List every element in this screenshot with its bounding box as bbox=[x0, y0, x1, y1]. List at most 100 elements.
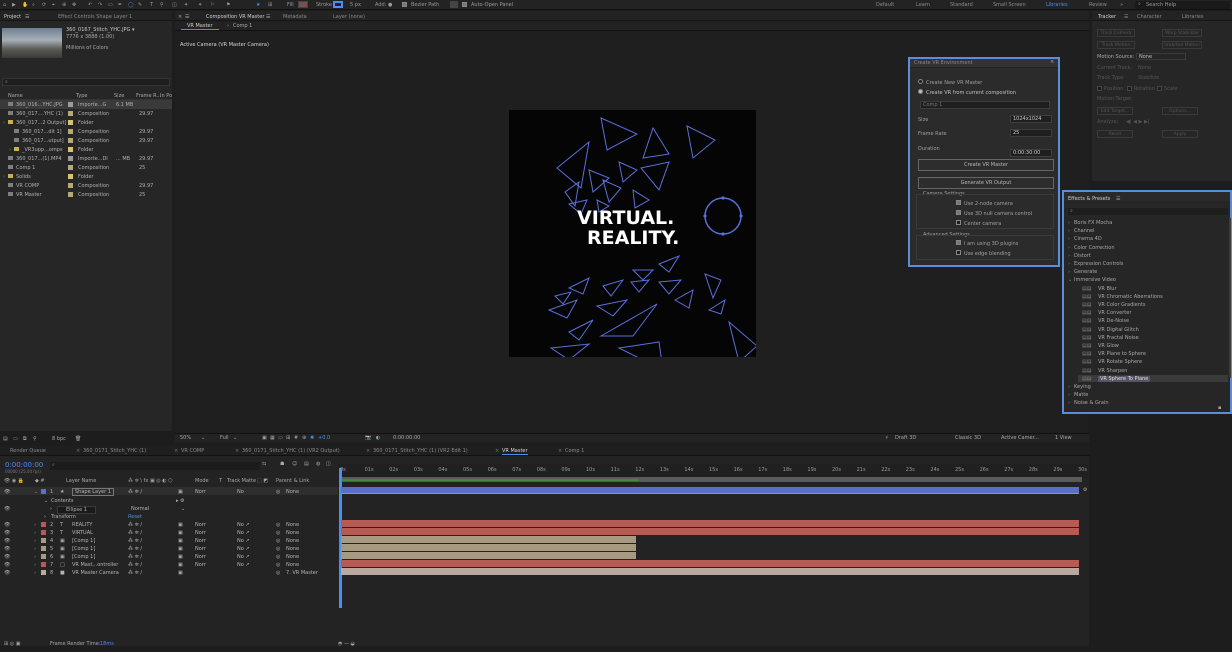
create-vr-master-button[interactable]: Create VR Master bbox=[918, 159, 1054, 171]
radio-new-vr-master[interactable] bbox=[918, 79, 923, 84]
expand-chevron-icon[interactable]: › bbox=[1068, 261, 1070, 267]
label-color-swatch[interactable] bbox=[68, 192, 73, 197]
project-item[interactable]: 360_017....YHC (1) Composition 29.97 bbox=[0, 109, 172, 118]
grid-icon[interactable]: # bbox=[294, 436, 298, 441]
layer-row[interactable]: 👁 › 2 T REALITY ⁂ ✲ / ▣ Norr No ↗ ◎ None bbox=[0, 520, 338, 528]
expand-chevron-icon[interactable]: › bbox=[3, 120, 5, 126]
layer-mode-select[interactable]: Norr bbox=[195, 489, 206, 495]
parent-select[interactable]: None bbox=[286, 489, 299, 495]
project-item[interactable]: 360_017...(1).MP4 Importe...DI ... MB 29.97 bbox=[0, 154, 172, 163]
comp-select[interactable]: Comp 1 bbox=[920, 101, 1050, 109]
composition-button-icon[interactable]: ⚙ bbox=[1083, 488, 1087, 493]
timeline-tab[interactable]: 360_0171_Stitch_YHC (1) bbox=[83, 449, 146, 454]
motion-source-select[interactable]: None bbox=[1136, 53, 1186, 60]
layer-duration-bar[interactable] bbox=[341, 552, 637, 559]
project-item[interactable]: Comp 1 Composition 25 bbox=[0, 163, 172, 172]
fill-swatch[interactable] bbox=[298, 1, 308, 8]
comp-canvas[interactable]: VIRTUAL. REALITY. bbox=[509, 110, 756, 357]
label-color-swatch[interactable] bbox=[68, 147, 73, 152]
expand-chevron-icon[interactable]: ⌄ bbox=[34, 489, 38, 495]
stroke-label[interactable]: Stroke bbox=[316, 2, 332, 8]
track-motion-button[interactable]: Track Motion bbox=[1097, 41, 1135, 49]
work-area-bar[interactable] bbox=[339, 477, 1082, 482]
show-snapshot-icon[interactable]: ◐ bbox=[376, 436, 380, 441]
bezier-path-checkbox[interactable] bbox=[402, 2, 407, 7]
time-ruler[interactable]: 0s 01s 02s 03s 04s 05s 06s 07s 08s 09s 10s 11s 12s 13… bbox=[338, 464, 1088, 478]
effect-item[interactable]: VR Color Gradients bbox=[1098, 302, 1146, 308]
visibility-eye-icon[interactable]: 👁 bbox=[4, 570, 10, 576]
mode-header[interactable]: Mode bbox=[195, 479, 209, 484]
tab-character[interactable]: Character bbox=[1137, 14, 1162, 20]
label-color-swatch[interactable] bbox=[68, 111, 73, 116]
effect-item[interactable]: VR Plane to Sphere bbox=[1098, 351, 1146, 357]
camera-view-select[interactable]: Active Camer... bbox=[1001, 436, 1039, 441]
effects-search-input[interactable]: ⌕ bbox=[1068, 208, 1228, 215]
effect-item[interactable]: VR Blur bbox=[1098, 286, 1117, 292]
layer-label-swatch[interactable] bbox=[41, 522, 46, 527]
layer-duration-bar[interactable] bbox=[341, 568, 1079, 575]
panel-menu-icon[interactable]: ☰ bbox=[185, 14, 189, 20]
workspace-default[interactable]: Default bbox=[876, 2, 894, 8]
exposure-icon[interactable]: ✺ bbox=[310, 436, 314, 441]
close-icon[interactable]: × bbox=[1050, 60, 1054, 65]
layer-label-swatch[interactable] bbox=[41, 570, 46, 575]
col-type[interactable]: Type bbox=[76, 94, 87, 99]
camera-option-checkbox[interactable] bbox=[956, 200, 961, 205]
auto-open-checkbox[interactable] bbox=[462, 2, 467, 7]
track-matte-select[interactable]: No bbox=[237, 489, 244, 495]
rotation-checkbox[interactable] bbox=[1127, 86, 1132, 91]
effect-category[interactable]: Color Correction bbox=[1074, 245, 1115, 251]
toggle-switches-icon[interactable]: ⊞ ◎ ▣ bbox=[4, 642, 20, 647]
motion-blur-icon[interactable]: ◍ bbox=[316, 462, 320, 467]
effects-scrollbar[interactable] bbox=[1229, 218, 1231, 378]
expand-chevron-icon[interactable]: › bbox=[1068, 400, 1070, 406]
layer-name[interactable]: Shape Layer 1 bbox=[72, 488, 114, 496]
rotate-tool-icon[interactable]: ⟳ bbox=[42, 2, 46, 8]
parent-header[interactable]: Parent & Link bbox=[276, 479, 309, 484]
redo-icon[interactable]: ↷ bbox=[98, 2, 102, 8]
layer-label-swatch[interactable] bbox=[41, 530, 46, 535]
anchor-tool-icon[interactable]: ⊕ bbox=[62, 2, 66, 8]
effect-item[interactable]: VR De-Noise bbox=[1098, 318, 1129, 324]
expand-chevron-icon[interactable]: › bbox=[1068, 245, 1070, 251]
effect-item[interactable]: VR Sphere To Plane bbox=[1098, 375, 1151, 382]
layer-duration-bar[interactable] bbox=[341, 487, 1079, 494]
flowchart-icon[interactable]: ⚲ bbox=[33, 437, 37, 442]
col-size[interactable]: Size bbox=[114, 94, 124, 99]
frame-blend-icon[interactable]: ▤ bbox=[304, 462, 309, 467]
layer-switches-icon[interactable]: ⁂ ✲ / bbox=[128, 570, 142, 576]
parent-select[interactable]: 7. VR Master bbox=[286, 570, 318, 576]
effect-item[interactable]: VR Converter bbox=[1098, 310, 1131, 316]
channel-icon[interactable]: ⊕ bbox=[302, 436, 306, 441]
expand-chevron-icon[interactable]: › bbox=[3, 174, 5, 180]
timeline-timecode[interactable]: 0:00:00:00 bbox=[5, 462, 43, 469]
expand-chevron-icon[interactable]: › bbox=[34, 570, 36, 576]
label-color-swatch[interactable] bbox=[68, 129, 73, 134]
option-new-vr-master[interactable]: Create New VR Master bbox=[926, 80, 982, 86]
warp-stabilizer-button[interactable]: Warp Stabilizer bbox=[1162, 29, 1202, 37]
pin-tool-icon[interactable]: ⚐ bbox=[210, 2, 214, 8]
timeline-tab[interactable]: 360_0171_Stitch_YHC (1) (VR2 Output) bbox=[242, 449, 340, 454]
option-vr-current-comp[interactable]: Create VR from current composition bbox=[926, 90, 1016, 96]
scale-checkbox[interactable] bbox=[1157, 86, 1162, 91]
transparency-grid-icon[interactable]: ▦ bbox=[270, 436, 275, 441]
pan-tool-icon[interactable]: ✥ bbox=[72, 2, 76, 8]
timeline-tab[interactable]: Render Queue bbox=[10, 449, 46, 454]
layer-row[interactable]: 👁 ⌄ 1 ★ Shape Layer 1 ⁂ ✲ / ▣ Norr No ◎ None bbox=[0, 487, 338, 496]
expand-chevron-icon[interactable]: › bbox=[1068, 269, 1070, 275]
graph-editor-icon[interactable]: ◫ bbox=[326, 462, 331, 467]
add-label[interactable]: Add: bbox=[375, 2, 386, 8]
snap-icon[interactable]: ⊞ bbox=[268, 2, 272, 8]
tab-project[interactable]: Project bbox=[4, 14, 21, 20]
brush-tool-icon[interactable]: ✎ bbox=[138, 2, 142, 8]
label-color-swatch[interactable] bbox=[68, 138, 73, 143]
effect-category[interactable]: Distort bbox=[1074, 253, 1091, 259]
project-item[interactable]: 360_017...dit 1] Composition 29.97 bbox=[0, 127, 172, 136]
layer-label-swatch[interactable] bbox=[41, 562, 46, 567]
layer-duration-bar[interactable] bbox=[341, 528, 1079, 535]
layer-label-swatch[interactable] bbox=[41, 489, 46, 494]
tab-layer[interactable]: Layer (none) bbox=[333, 14, 365, 20]
panel-menu-icon[interactable]: ☰ bbox=[266, 14, 270, 20]
current-track-value[interactable]: None bbox=[1138, 66, 1151, 71]
tab-effect-controls[interactable]: Effect Controls Shape Layer 1 bbox=[58, 14, 132, 20]
